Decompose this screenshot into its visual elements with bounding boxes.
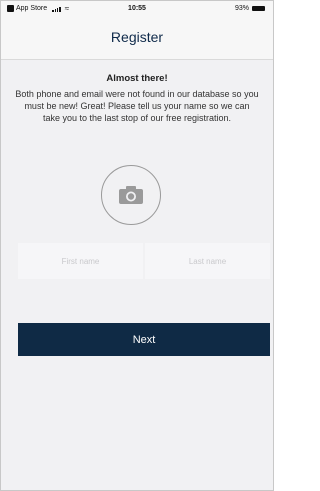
navigation-bar: Register	[1, 17, 273, 60]
heading: Almost there!	[106, 73, 168, 84]
status-bar: App Store ≈ 10:55 93%	[1, 1, 273, 17]
status-time: 10:55	[128, 5, 146, 12]
page-title: Register	[110, 29, 164, 45]
phone-screen: App Store ≈ 10:55 93% Register Almost th…	[0, 0, 274, 491]
add-photo-button[interactable]	[101, 165, 161, 225]
status-right: 93%	[235, 5, 265, 12]
camera-icon	[119, 186, 143, 204]
info-message: Both phone and email were not found in o…	[15, 89, 259, 123]
first-name-input[interactable]	[18, 243, 143, 279]
battery-percent: 93%	[234, 5, 249, 12]
last-name-input[interactable]	[145, 243, 270, 279]
name-fields	[18, 243, 270, 279]
battery-icon	[252, 6, 265, 11]
next-button[interactable]: Next	[18, 323, 270, 356]
